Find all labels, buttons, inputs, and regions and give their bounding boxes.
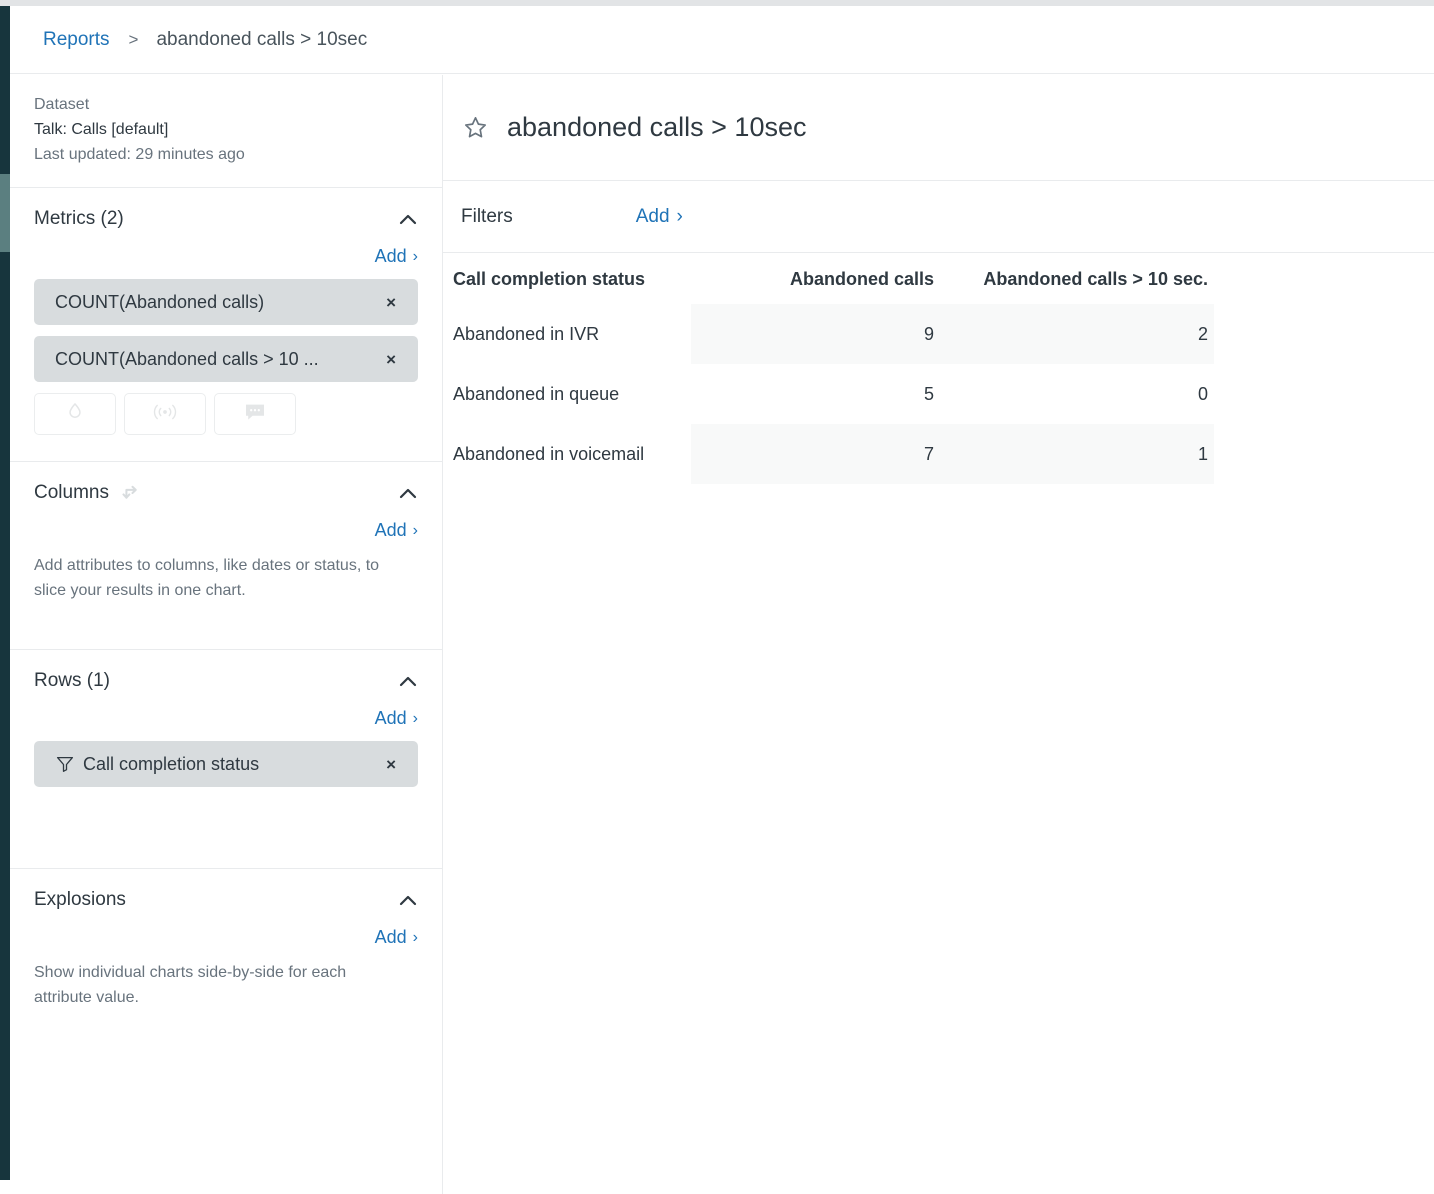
transpose-icon[interactable]	[120, 482, 142, 504]
rows-title: Rows (1)	[34, 670, 111, 691]
breadcrumb-separator: >	[128, 29, 139, 49]
explosions-add-label: Add	[374, 927, 407, 947]
row-attribute-chip-label: Call completion status	[83, 753, 260, 774]
rows-collapse-chevron-up-icon[interactable]	[396, 670, 420, 694]
columns-add-label: Add	[374, 520, 407, 540]
table-header-cell: Abandoned calls	[789, 269, 934, 289]
metric-chip-label: COUNT(Abandoned calls)	[55, 291, 265, 312]
table-cell-value: 7	[691, 424, 940, 484]
table-header-cell: Abandoned calls > 10 sec.	[983, 269, 1208, 289]
dataset-name: Talk: Calls [default]	[34, 121, 169, 138]
rows-add-label: Add	[374, 708, 407, 728]
broadcast-icon	[153, 402, 177, 427]
columns-header: Columns	[34, 462, 418, 524]
chevron-right-icon: ›	[676, 205, 683, 227]
metric-chip-remove-icon[interactable]: ×	[376, 351, 406, 368]
metric-chip-label: COUNT(Abandoned calls > 10 ...	[55, 348, 319, 369]
global-nav-rail	[0, 6, 10, 1180]
columns-collapse-chevron-up-icon[interactable]	[396, 482, 420, 506]
report-builder-sidebar: Dataset Talk: Calls [default] Last updat…	[10, 75, 443, 1194]
metrics-collapse-chevron-up-icon[interactable]	[396, 208, 420, 232]
metrics-add-label: Add	[374, 246, 407, 266]
report-results-table: Call completion status Abandoned calls A…	[443, 253, 1214, 484]
table-cell-value: 0	[1197, 383, 1208, 404]
filters-add-label: Add	[635, 205, 670, 227]
breadcrumb: Reports > abandoned calls > 10sec	[10, 6, 1434, 74]
table-cell-value: 9	[691, 304, 940, 364]
table-row: Abandoned in queue 5 0	[443, 364, 1214, 424]
chevron-right-icon: ›	[412, 709, 418, 727]
explosions-collapse-chevron-up-icon[interactable]	[396, 889, 420, 913]
explosions-title: Explosions	[34, 889, 126, 910]
metrics-add-row: Add ›	[34, 246, 418, 267]
broadcast-button[interactable]	[124, 393, 206, 435]
dataset-label: Dataset	[34, 96, 90, 113]
dataset-block: Dataset Talk: Calls [default] Last updat…	[10, 75, 442, 188]
table-cell-label: Abandoned in voicemail	[453, 443, 645, 464]
table-header-cell: Call completion status	[453, 269, 646, 289]
comment-icon	[244, 402, 266, 427]
explosions-add-button[interactable]: Add ›	[375, 927, 418, 948]
row-attribute-chip-remove-icon[interactable]: ×	[376, 756, 406, 773]
metric-chip[interactable]: COUNT(Abandoned calls > 10 ... ×	[34, 336, 418, 382]
droplet-icon	[64, 401, 86, 428]
rows-header: Rows (1)	[34, 650, 418, 712]
metric-chip-remove-icon[interactable]: ×	[376, 294, 406, 311]
columns-title: Columns	[34, 482, 109, 503]
table-cell-value: 1	[940, 424, 1214, 484]
explosions-header: Explosions	[34, 869, 418, 931]
metrics-header: Metrics (2)	[34, 188, 418, 250]
table-cell-label: Abandoned in queue	[453, 383, 620, 404]
metrics-add-button[interactable]: Add ›	[375, 246, 418, 267]
chevron-right-icon: ›	[412, 521, 418, 539]
report-main-panel: abandoned calls > 10sec Filters Add › Ca…	[443, 75, 1434, 1194]
chevron-right-icon: ›	[412, 928, 418, 946]
table-row: Abandoned in IVR 9 2	[443, 304, 1214, 364]
explosions-section: Explosions Add › Show individual charts …	[10, 869, 442, 1010]
columns-section: Columns Add › Add attributes to columns,…	[10, 462, 442, 650]
rows-add-row: Add ›	[34, 708, 418, 729]
breadcrumb-current: abandoned calls > 10sec	[156, 28, 368, 50]
nav-rail-active-indicator	[0, 174, 10, 252]
rows-add-button[interactable]: Add ›	[375, 708, 418, 729]
filters-label: Filters	[461, 205, 513, 227]
dataset-last-updated: Last updated: 29 minutes ago	[34, 146, 245, 163]
droplet-button[interactable]	[34, 393, 116, 435]
chevron-right-icon: ›	[412, 247, 418, 265]
metrics-section: Metrics (2) Add › COUNT(Abandoned calls)…	[10, 188, 442, 462]
row-attribute-chip[interactable]: Call completion status ×	[34, 741, 418, 787]
table-cell-value: 2	[940, 304, 1214, 364]
report-title-bar: abandoned calls > 10sec	[443, 75, 1434, 181]
columns-add-button[interactable]: Add ›	[375, 520, 418, 541]
metric-tool-buttons	[34, 393, 418, 435]
columns-help-text: Add attributes to columns, like dates or…	[34, 557, 380, 599]
table-cell-value: 5	[923, 383, 934, 404]
table-cell-label: Abandoned in IVR	[453, 323, 600, 344]
metric-chip[interactable]: COUNT(Abandoned calls) ×	[34, 279, 418, 325]
explosions-help-text: Show individual charts side-by-side for …	[34, 964, 347, 1006]
breadcrumb-link-reports[interactable]: Reports	[43, 29, 110, 51]
filters-add-button[interactable]: Add ›	[636, 206, 683, 228]
filters-bar: Filters Add ›	[443, 181, 1434, 253]
comment-button[interactable]	[214, 393, 296, 435]
rows-section: Rows (1) Add › Call completion status ×	[10, 650, 442, 869]
metrics-title: Metrics (2)	[34, 208, 124, 229]
columns-add-row: Add ›	[34, 520, 418, 541]
filter-funnel-icon	[55, 754, 75, 774]
table-header-row: Call completion status Abandoned calls A…	[443, 253, 1214, 304]
star-outline-icon[interactable]	[462, 114, 489, 141]
page-title: abandoned calls > 10sec	[507, 112, 807, 142]
table-row: Abandoned in voicemail 7 1	[443, 424, 1214, 484]
explosions-add-row: Add ›	[34, 927, 418, 948]
